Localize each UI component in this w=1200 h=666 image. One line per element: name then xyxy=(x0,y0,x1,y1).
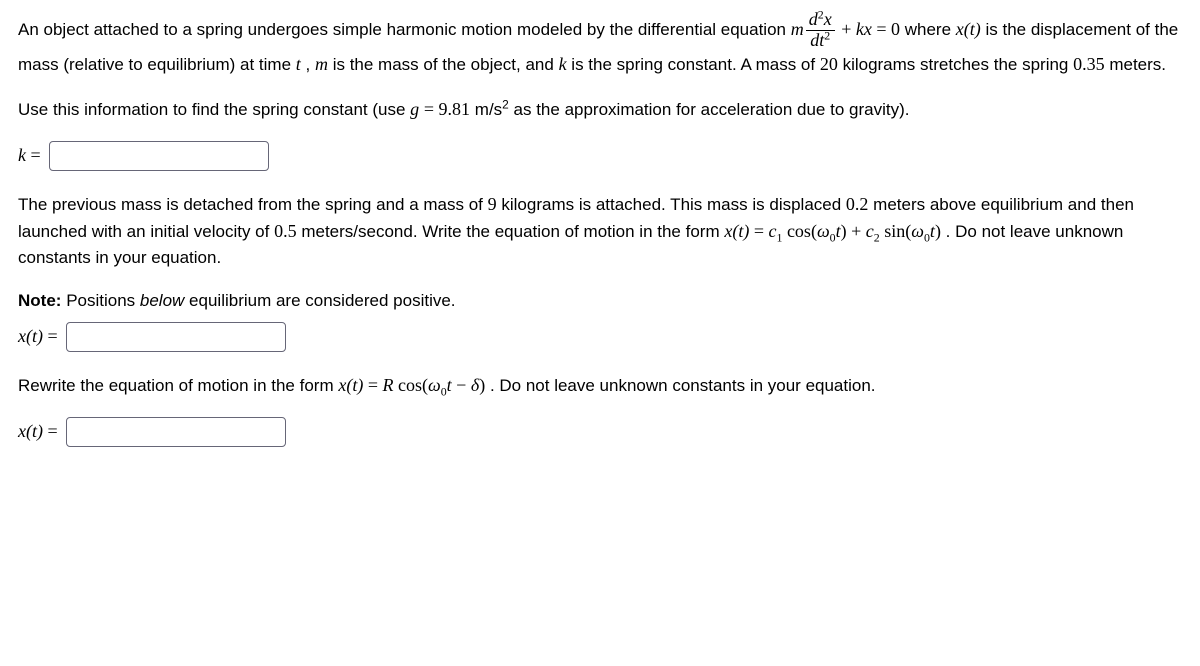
xt-var: x(t) xyxy=(956,19,981,39)
mass1-value: 20 xyxy=(820,54,838,74)
mass2-value: 9 xyxy=(488,194,497,214)
disp-value: 0.2 xyxy=(846,194,869,214)
intro-text-1: An object attached to a spring undergoes… xyxy=(18,20,791,39)
k-label: k = xyxy=(18,142,41,169)
question3-paragraph: Rewrite the equation of motion in the fo… xyxy=(18,372,1182,399)
q2-text-2: kilograms is attached. This mass is disp… xyxy=(501,195,846,214)
note-em: below xyxy=(140,291,184,310)
xt1-input-row: x(t) = xyxy=(18,322,1182,352)
q3-text-2: . Do not leave unknown constants in your… xyxy=(490,376,876,395)
k-input[interactable] xyxy=(49,141,269,171)
q1-text-3: as the approximation for acceleration du… xyxy=(514,100,910,119)
g-var: g xyxy=(410,99,419,119)
q3-text-1: Rewrite the equation of motion in the fo… xyxy=(18,376,338,395)
vel-value: 0.5 xyxy=(274,221,297,241)
stretch-value: 0.35 xyxy=(1073,54,1105,74)
diff-eq: md2xdt2 + kx = 0 xyxy=(791,20,905,39)
intro-text-7: kilograms stretches the spring xyxy=(843,55,1074,74)
intro-text-2: where xyxy=(905,20,956,39)
note-text: Positions xyxy=(66,291,140,310)
xt1-label: x(t) = xyxy=(18,323,58,350)
intro-text-6: is the spring constant. A mass of xyxy=(571,55,820,74)
t-var: t xyxy=(296,54,301,74)
q2-text-1: The previous mass is detached from the s… xyxy=(18,195,488,214)
motion-eq-form2: x(t) = R cos(ω0t − δ) xyxy=(338,376,490,395)
xt2-input-row: x(t) = xyxy=(18,417,1182,447)
question2-paragraph: The previous mass is detached from the s… xyxy=(18,191,1182,271)
k-var: k xyxy=(559,54,567,74)
intro-text-4: , xyxy=(306,55,315,74)
note-label: Note: xyxy=(18,291,61,310)
motion-eq-form1: x(t) = c1 cos(ω0t) + c2 sin(ω0t) xyxy=(724,222,945,241)
intro-text-5: is the mass of the object, and xyxy=(333,55,559,74)
intro-paragraph: An object attached to a spring undergoes… xyxy=(18,10,1182,78)
k-input-row: k = xyxy=(18,141,1182,171)
g-value: 9.81 xyxy=(439,99,471,119)
note-paragraph: Note: Positions below equilibrium are co… xyxy=(18,288,1182,314)
q1-text-1: Use this information to find the spring … xyxy=(18,100,410,119)
xt2-label: x(t) = xyxy=(18,418,58,445)
intro-text-8: meters. xyxy=(1109,55,1166,74)
m-var: m xyxy=(315,54,328,74)
xt2-input[interactable] xyxy=(66,417,286,447)
q2-text-4: meters/second. Write the equation of mot… xyxy=(301,222,724,241)
question1-paragraph: Use this information to find the spring … xyxy=(18,96,1182,123)
q1-text-2: m/s xyxy=(475,100,502,119)
note-text2: equilibrium are considered positive. xyxy=(189,291,455,310)
xt1-input[interactable] xyxy=(66,322,286,352)
